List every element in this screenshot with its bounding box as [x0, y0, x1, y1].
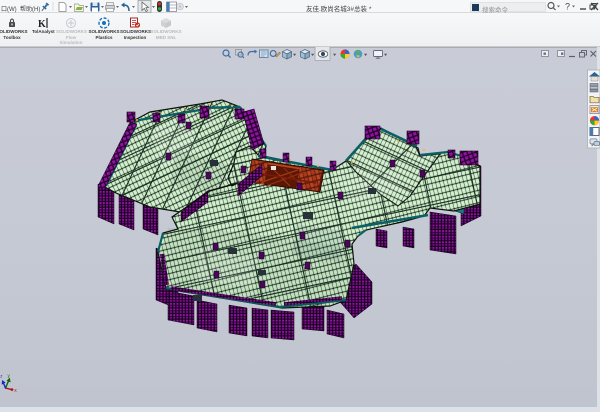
svg-text:K: K [38, 19, 46, 29]
svg-text:?: ? [565, 2, 570, 12]
